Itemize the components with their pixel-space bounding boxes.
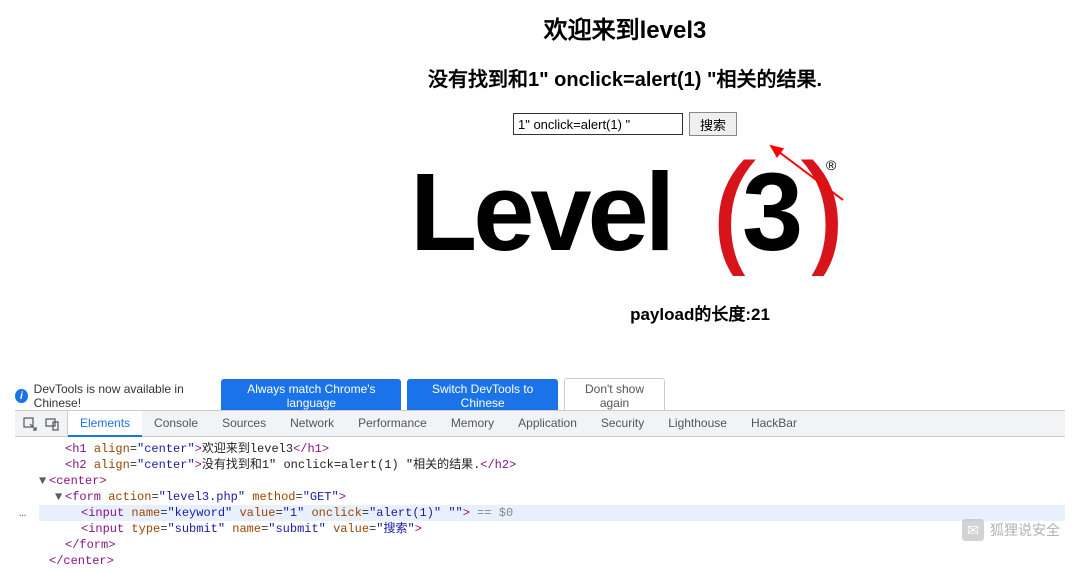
page-content: 欢迎来到level3 没有找到和1" onclick=alert(1) "相关的… — [0, 0, 1080, 325]
wechat-icon: ✉ — [962, 519, 984, 541]
devtools-tab-network[interactable]: Network — [278, 411, 346, 437]
devtools-tab-elements[interactable]: Elements — [68, 411, 142, 437]
devtools-panel: ElementsConsoleSourcesNetworkPerformance… — [15, 410, 1065, 573]
level3-logo: Level ( 3 ) ® — [170, 146, 1080, 276]
devtools-infobar: i DevTools is now available in Chinese! … — [15, 384, 665, 408]
page-title: 欢迎来到level3 — [170, 10, 1080, 45]
devtools-tab-sources[interactable]: Sources — [210, 411, 278, 437]
keyword-input[interactable] — [513, 113, 683, 135]
devtools-tab-console[interactable]: Console — [142, 411, 210, 437]
match-language-button[interactable]: Always match Chrome's language — [221, 379, 401, 413]
watermark-text: 狐狸说安全 — [990, 520, 1060, 540]
inspect-icon[interactable] — [23, 417, 37, 431]
info-icon: i — [15, 389, 28, 403]
source-line[interactable]: ▼<form action="level3.php" method="GET"> — [39, 489, 1065, 505]
page-subtitle: 没有找到和1" onclick=alert(1) "相关的结果. — [170, 63, 1080, 92]
switch-devtools-chinese-button[interactable]: Switch DevTools to Chinese — [407, 379, 558, 413]
logo-text-main: Level — [410, 151, 671, 274]
logo-digit: 3 — [742, 151, 803, 274]
logo-trademark: ® — [826, 157, 837, 173]
payload-length-text: payload的长度:21 — [320, 300, 1080, 325]
source-line[interactable]: <h2 align="center">没有找到和1" onclick=alert… — [39, 457, 1065, 473]
source-line[interactable]: <h1 align="center">欢迎来到level3</h1> — [39, 441, 1065, 457]
devtools-tab-memory[interactable]: Memory — [439, 411, 506, 437]
devtools-tab-hackbar[interactable]: HackBar — [739, 411, 809, 437]
source-line[interactable]: <input name="keyword" value="1" onclick=… — [39, 505, 1065, 521]
search-button[interactable]: 搜索 — [689, 112, 737, 136]
source-line[interactable]: </center> — [39, 553, 1065, 569]
devtools-tab-lighthouse[interactable]: Lighthouse — [656, 411, 739, 437]
devtools-tab-application[interactable]: Application — [506, 411, 589, 437]
source-line[interactable]: ▼<center> — [39, 473, 1065, 489]
devtools-elements-tree[interactable]: <h1 align="center">欢迎来到level3</h1><h2 al… — [15, 437, 1065, 573]
infobar-text: DevTools is now available in Chinese! — [34, 382, 216, 410]
search-form: 搜索 — [170, 112, 1080, 136]
source-line[interactable]: <input type="submit" name="submit" value… — [39, 521, 1065, 537]
devtools-tabbar: ElementsConsoleSourcesNetworkPerformance… — [15, 411, 1065, 437]
device-toggle-icon[interactable] — [45, 417, 59, 431]
dont-show-again-button[interactable]: Don't show again — [564, 378, 665, 414]
watermark: ✉ 狐狸说安全 — [962, 519, 1060, 541]
devtools-tab-security[interactable]: Security — [589, 411, 656, 437]
source-line[interactable]: </form> — [39, 537, 1065, 553]
devtools-tab-performance[interactable]: Performance — [346, 411, 439, 437]
